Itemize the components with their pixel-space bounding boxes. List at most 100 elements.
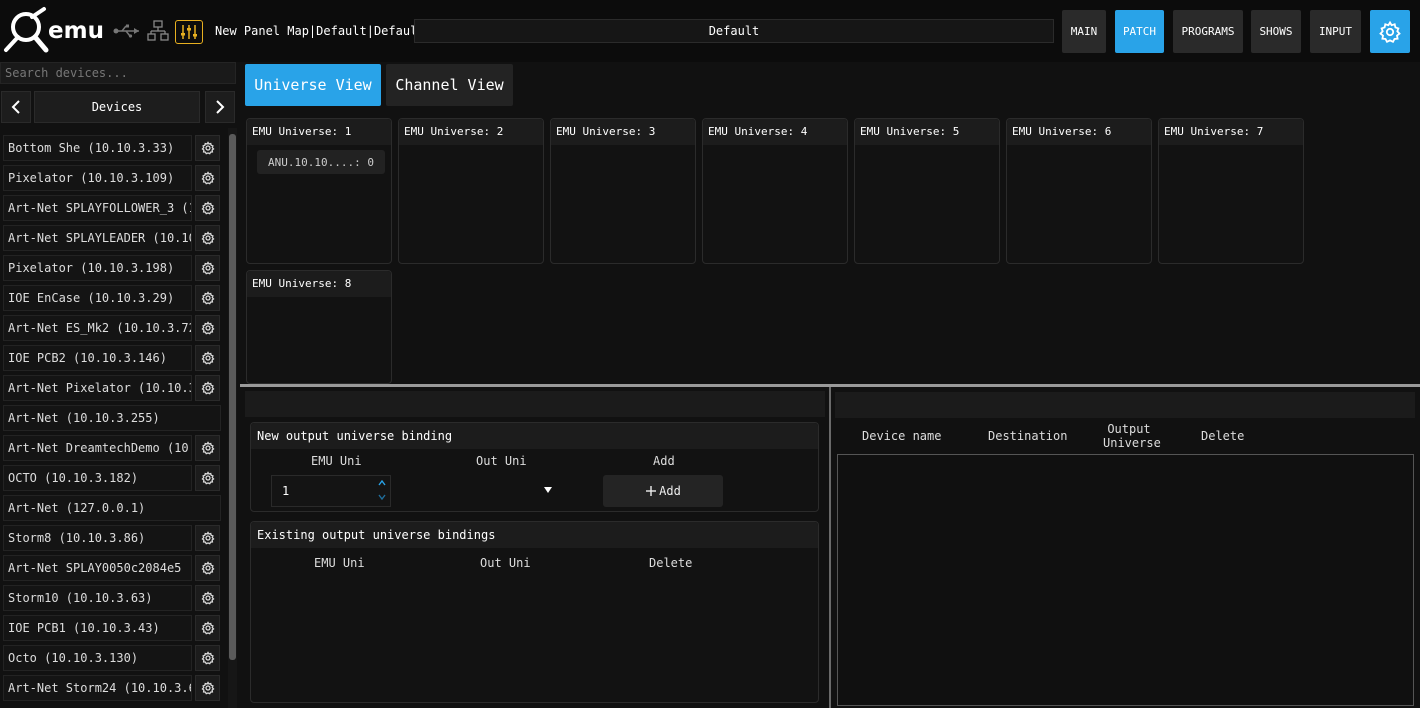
- device-settings-gear-icon[interactable]: [195, 315, 220, 341]
- spin-up-icon[interactable]: [375, 477, 389, 489]
- vertical-splitter[interactable]: [829, 387, 831, 708]
- device-settings-gear-icon[interactable]: [195, 465, 220, 491]
- device-name[interactable]: IOE EnCase (10.10.3.29): [3, 285, 192, 311]
- nav-programs-button[interactable]: PROGRAMS: [1173, 10, 1243, 53]
- universe-panel[interactable]: EMU Universe: 5: [854, 118, 1000, 264]
- device-list-item[interactable]: IOE PCB1 (10.10.3.43): [0, 614, 226, 644]
- device-name[interactable]: Art-Net DreamtechDemo (10.: [3, 435, 192, 461]
- device-name[interactable]: Art-Net SPLAY0050c2084e5 (: [3, 555, 192, 581]
- device-settings-gear-icon[interactable]: [195, 225, 220, 251]
- universe-label: EMU Universe: 4: [703, 119, 847, 145]
- device-settings-gear-icon[interactable]: [195, 195, 220, 221]
- device-settings-gear-icon[interactable]: [195, 285, 220, 311]
- device-settings-gear-icon[interactable]: [195, 525, 220, 551]
- device-name[interactable]: Pixelator (10.10.3.198): [3, 255, 192, 281]
- device-list-item[interactable]: Art-Net SPLAY0050c2084e5 (: [0, 554, 226, 584]
- device-name[interactable]: OCTO (10.10.3.182): [3, 465, 192, 491]
- device-settings-gear-icon[interactable]: [195, 555, 220, 581]
- add-column-label: Add: [653, 454, 675, 468]
- device-list-item[interactable]: Art-Net SPLAYFOLLOWER_3 (1: [0, 194, 226, 224]
- panel-map-title: New Panel Map|Default|Default: [215, 24, 425, 38]
- device-name[interactable]: Art-Net Pixelator (10.10.3: [3, 375, 192, 401]
- universe-panel[interactable]: EMU Universe: 7: [1158, 118, 1304, 264]
- device-name[interactable]: Storm10 (10.10.3.63): [3, 585, 192, 611]
- add-binding-button[interactable]: Add: [603, 475, 723, 507]
- mixer-icon[interactable]: [175, 20, 203, 44]
- devices-next-button[interactable]: [205, 91, 235, 123]
- nav-input-button[interactable]: INPUT: [1310, 10, 1361, 53]
- emu-logo[interactable]: emu: [2, 6, 106, 56]
- emu-uni-number-input[interactable]: 1: [271, 475, 391, 507]
- device-list-item[interactable]: OCTO (10.10.3.182): [0, 464, 226, 494]
- device-list-item[interactable]: IOE EnCase (10.10.3.29): [0, 284, 226, 314]
- device-name[interactable]: IOE PCB1 (10.10.3.43): [3, 615, 192, 641]
- universe-panel[interactable]: EMU Universe: 1 ANU.10.10....: 0: [246, 118, 392, 264]
- emu-uni-column-label: EMU Uni: [311, 454, 362, 468]
- header-bar: emu New Panel Map|Default|Default Defaul…: [0, 0, 1420, 62]
- device-settings-gear-icon[interactable]: [195, 135, 220, 161]
- device-name[interactable]: Art-Net SPLAYFOLLOWER_3 (1: [3, 195, 192, 221]
- device-settings-gear-icon[interactable]: [195, 645, 220, 671]
- preset-selector[interactable]: Default: [414, 19, 1054, 43]
- device-name[interactable]: IOE PCB2 (10.10.3.146): [3, 345, 192, 371]
- device-list-item[interactable]: Art-Net Storm24 (10.10.3.6: [0, 674, 226, 704]
- device-list-item[interactable]: Art-Net SPLAYLEADER (10.10: [0, 224, 226, 254]
- device-list-item[interactable]: IOE PCB2 (10.10.3.146): [0, 344, 226, 374]
- device-settings-gear-icon[interactable]: [195, 255, 220, 281]
- nav-shows-button[interactable]: SHOWS: [1251, 10, 1301, 53]
- device-sidebar: Devices Bottom She (10.10.3.33) Pixelator…: [0, 62, 240, 708]
- universe-panel[interactable]: EMU Universe: 6: [1006, 118, 1152, 264]
- device-settings-gear-icon[interactable]: [195, 615, 220, 641]
- universe-panel[interactable]: EMU Universe: 2: [398, 118, 544, 264]
- device-list-item[interactable]: Storm8 (10.10.3.86): [0, 524, 226, 554]
- universe-view-tab[interactable]: Universe View: [245, 64, 381, 106]
- device-list-item[interactable]: Pixelator (10.10.3.109): [0, 164, 226, 194]
- patched-device-chip[interactable]: ANU.10.10....: 0: [257, 150, 385, 174]
- device-name[interactable]: Storm8 (10.10.3.86): [3, 525, 192, 551]
- universe-panel[interactable]: EMU Universe: 3: [550, 118, 696, 264]
- device-list-scrollbar[interactable]: [229, 134, 236, 660]
- device-name[interactable]: Octo (10.10.3.130): [3, 645, 192, 671]
- device-list-item[interactable]: Art-Net DreamtechDemo (10.: [0, 434, 226, 464]
- emu-uni-value: 1: [282, 484, 290, 498]
- device-name[interactable]: Art-Net ES_Mk2 (10.10.3.72: [3, 315, 192, 341]
- device-name[interactable]: Art-Net (10.10.3.255): [3, 405, 221, 431]
- device-name[interactable]: Art-Net Storm24 (10.10.3.6: [3, 675, 192, 701]
- device-name[interactable]: Bottom She (10.10.3.33): [3, 135, 192, 161]
- device-settings-gear-icon[interactable]: [195, 165, 220, 191]
- device-name[interactable]: Art-Net SPLAYLEADER (10.10: [3, 225, 192, 251]
- svg-text:emu: emu: [48, 18, 104, 44]
- device-settings-gear-icon[interactable]: [195, 345, 220, 371]
- device-list-item[interactable]: Octo (10.10.3.130): [0, 644, 226, 674]
- settings-gear-icon[interactable]: [1370, 10, 1410, 53]
- universe-panel[interactable]: EMU Universe: 8: [246, 270, 392, 384]
- device-delete-column-label: Delete: [1201, 429, 1245, 443]
- device-name[interactable]: Art-Net (127.0.0.1): [3, 495, 221, 521]
- device-settings-gear-icon[interactable]: [195, 375, 220, 401]
- nav-patch-button[interactable]: PATCH: [1115, 10, 1164, 53]
- nav-main-button[interactable]: MAIN: [1062, 10, 1106, 53]
- device-name[interactable]: Pixelator (10.10.3.109): [3, 165, 192, 191]
- device-list-item[interactable]: Art-Net (127.0.0.1): [0, 494, 226, 524]
- channel-view-tab[interactable]: Channel View: [386, 64, 513, 106]
- universe-label: EMU Universe: 7: [1159, 119, 1303, 145]
- universe-label: EMU Universe: 2: [399, 119, 543, 145]
- device-list-item[interactable]: Art-Net ES_Mk2 (10.10.3.72: [0, 314, 226, 344]
- device-settings-gear-icon[interactable]: [195, 675, 220, 701]
- universe-panel[interactable]: EMU Universe: 4: [702, 118, 848, 264]
- devices-prev-button[interactable]: [1, 91, 31, 123]
- add-button-label: Add: [659, 484, 681, 498]
- device-list-item[interactable]: Pixelator (10.10.3.198): [0, 254, 226, 284]
- search-devices-input[interactable]: [0, 62, 236, 84]
- binding-panel-header: [245, 391, 825, 417]
- universe-label: EMU Universe: 6: [1007, 119, 1151, 145]
- device-list-item[interactable]: Storm10 (10.10.3.63): [0, 584, 226, 614]
- device-list-item[interactable]: Bottom She (10.10.3.33): [0, 134, 226, 164]
- spin-down-icon[interactable]: [375, 491, 389, 503]
- device-settings-gear-icon[interactable]: [195, 585, 220, 611]
- out-uni-dropdown-arrow-icon[interactable]: [541, 483, 555, 497]
- network-icon[interactable]: [146, 18, 170, 44]
- device-settings-gear-icon[interactable]: [195, 435, 220, 461]
- device-list-item[interactable]: Art-Net Pixelator (10.10.3: [0, 374, 226, 404]
- device-list-item[interactable]: Art-Net (10.10.3.255): [0, 404, 226, 434]
